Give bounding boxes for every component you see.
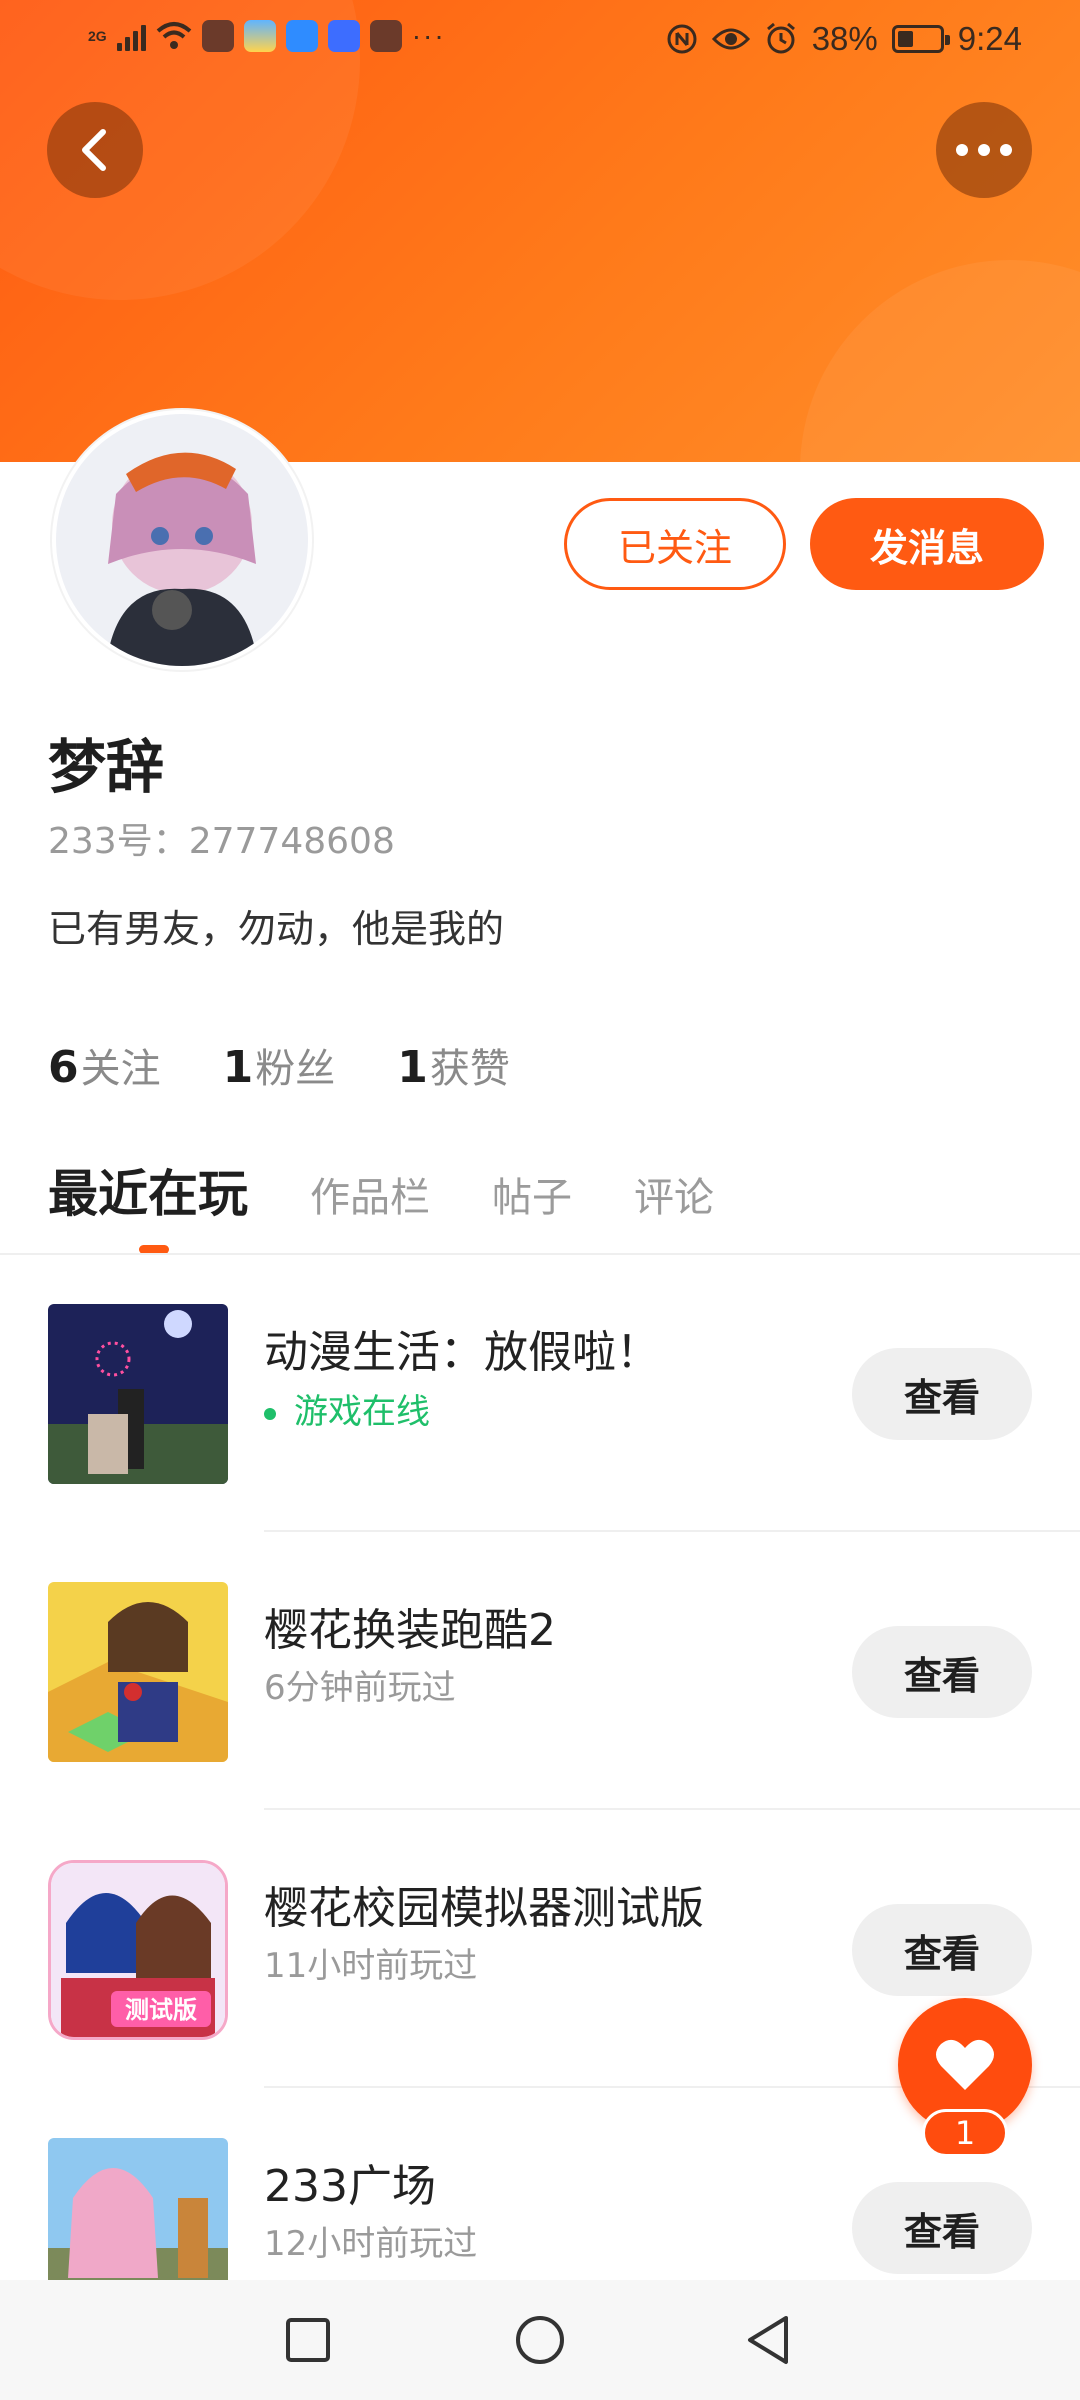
- wifi-icon: [156, 22, 192, 49]
- view-button[interactable]: 查看: [852, 1348, 1032, 1440]
- stat-likes-count: 1: [397, 1042, 428, 1093]
- game-thumbnail-image: 测试版: [51, 1863, 225, 2037]
- back-button[interactable]: [47, 102, 143, 198]
- clock: 9:24: [957, 20, 1022, 57]
- followed-button[interactable]: 已关注: [564, 498, 786, 590]
- eye-icon: [711, 28, 750, 50]
- game-thumbnail[interactable]: [48, 1304, 228, 1484]
- tab-posts[interactable]: 帖子: [492, 1165, 572, 1223]
- battery-percent: 38%: [811, 20, 878, 57]
- list-separator: [264, 1808, 1080, 1810]
- recent-games-list: 动漫生活：放假啦！ 游戏在线 查看 樱花换装跑酷2 6分钟前玩过 查看 测试版 …: [0, 1256, 1080, 2280]
- game-thumbnail[interactable]: 测试版: [48, 1860, 228, 2040]
- profile-tabs: 最近在玩 作品栏 帖子 评论: [48, 1154, 776, 1226]
- stat-following-label: 关注: [80, 1046, 161, 1092]
- tab-recently-played[interactable]: 最近在玩: [48, 1154, 248, 1226]
- more-horizontal-icon: [956, 144, 1012, 156]
- stat-following-count: 6: [48, 1042, 79, 1093]
- home-button[interactable]: [508, 2308, 572, 2372]
- profile-bio: 已有男友，勿动，他是我的: [48, 907, 505, 951]
- like-count-badge: 1: [922, 2109, 1008, 2157]
- stat-fans[interactable]: 1 粉丝: [223, 1036, 336, 1094]
- send-message-button[interactable]: 发消息: [810, 498, 1044, 590]
- battery-level: [897, 31, 913, 47]
- stat-fans-count: 1: [222, 1042, 254, 1093]
- online-dot-icon: [264, 1407, 276, 1420]
- game-last-played: 11小时前玩过: [264, 1946, 478, 1986]
- banner-decoration: [800, 260, 1080, 462]
- nfc-icon: [667, 24, 697, 54]
- music-app-icon: [327, 20, 360, 52]
- weather-app-icon: [243, 20, 276, 52]
- profile-name: 梦辞: [48, 733, 165, 801]
- game-last-played: 6分钟前玩过: [264, 1668, 456, 1708]
- game-thumbnail-image: [48, 1582, 228, 1762]
- game-thumbnail-image: [48, 2138, 228, 2280]
- profile-stats: 6 关注 1 粉丝 1 获赞: [48, 1036, 510, 1094]
- view-button[interactable]: 查看: [852, 2182, 1032, 2274]
- avatar[interactable]: [52, 410, 312, 670]
- view-button[interactable]: 查看: [852, 1626, 1032, 1718]
- view-button[interactable]: 查看: [852, 1904, 1032, 1996]
- tab-comments[interactable]: 评论: [634, 1165, 714, 1223]
- game-status: 游戏在线: [264, 1384, 430, 1433]
- more-button[interactable]: [936, 102, 1032, 198]
- game-title: 233广场: [264, 2161, 436, 2212]
- game-status-text: 游戏在线: [294, 1392, 430, 1432]
- user-id: 233号：277748608: [48, 821, 395, 862]
- system-nav-bar: [0, 2280, 1080, 2400]
- status-left-group: 2G ···: [88, 20, 446, 52]
- list-item[interactable]: 动漫生活：放假啦！ 游戏在线 查看: [0, 1256, 1080, 1534]
- game-last-played: 12小时前玩过: [264, 2224, 478, 2264]
- battery-icon: [891, 25, 950, 53]
- square-icon: [286, 2318, 330, 2362]
- tab-works[interactable]: 作品栏: [310, 1165, 430, 1223]
- stat-following[interactable]: 6 关注: [48, 1036, 161, 1094]
- nav-app-icon: [285, 20, 318, 52]
- game-title: 动漫生活：放假啦！: [264, 1327, 660, 1378]
- test-badge-text: 测试版: [125, 1996, 197, 2024]
- chevron-left-icon: [82, 129, 106, 171]
- status-right-group: 38% 9:24: [666, 20, 1022, 58]
- game-thumbnail[interactable]: [48, 1582, 228, 1762]
- network-type: 2G: [88, 28, 107, 44]
- more-notifications-indicator: ···: [411, 20, 446, 51]
- triangle-back-icon: [748, 2316, 788, 2364]
- tab-divider: [0, 1253, 1080, 1255]
- game-thumbnail-image: [48, 1304, 228, 1484]
- recent-apps-button[interactable]: [276, 2308, 340, 2372]
- game-title: 樱花换装跑酷2: [264, 1605, 556, 1656]
- notification-app-icon: [201, 20, 234, 52]
- alarm-icon: [766, 22, 795, 54]
- stat-likes[interactable]: 1 获赞: [397, 1036, 510, 1094]
- signal-icon: [116, 21, 146, 51]
- back-nav-button[interactable]: [736, 2308, 800, 2372]
- stat-fans-label: 粉丝: [255, 1046, 336, 1092]
- game-thumbnail[interactable]: [48, 2138, 228, 2280]
- circle-icon: [516, 2316, 564, 2364]
- game-title: 樱花校园模拟器测试版: [264, 1883, 704, 1934]
- notification-app-icon: [369, 20, 402, 52]
- list-item[interactable]: 233广场 12小时前玩过 查看: [0, 2090, 1080, 2280]
- avatar-image: [56, 414, 308, 666]
- heart-icon: [936, 2039, 994, 2090]
- list-item[interactable]: 樱花换装跑酷2 6分钟前玩过 查看: [0, 1534, 1080, 1812]
- list-separator: [264, 1530, 1080, 1532]
- status-bar: 2G ··· 38% 9:24: [0, 0, 1080, 80]
- stat-likes-label: 获赞: [429, 1046, 510, 1092]
